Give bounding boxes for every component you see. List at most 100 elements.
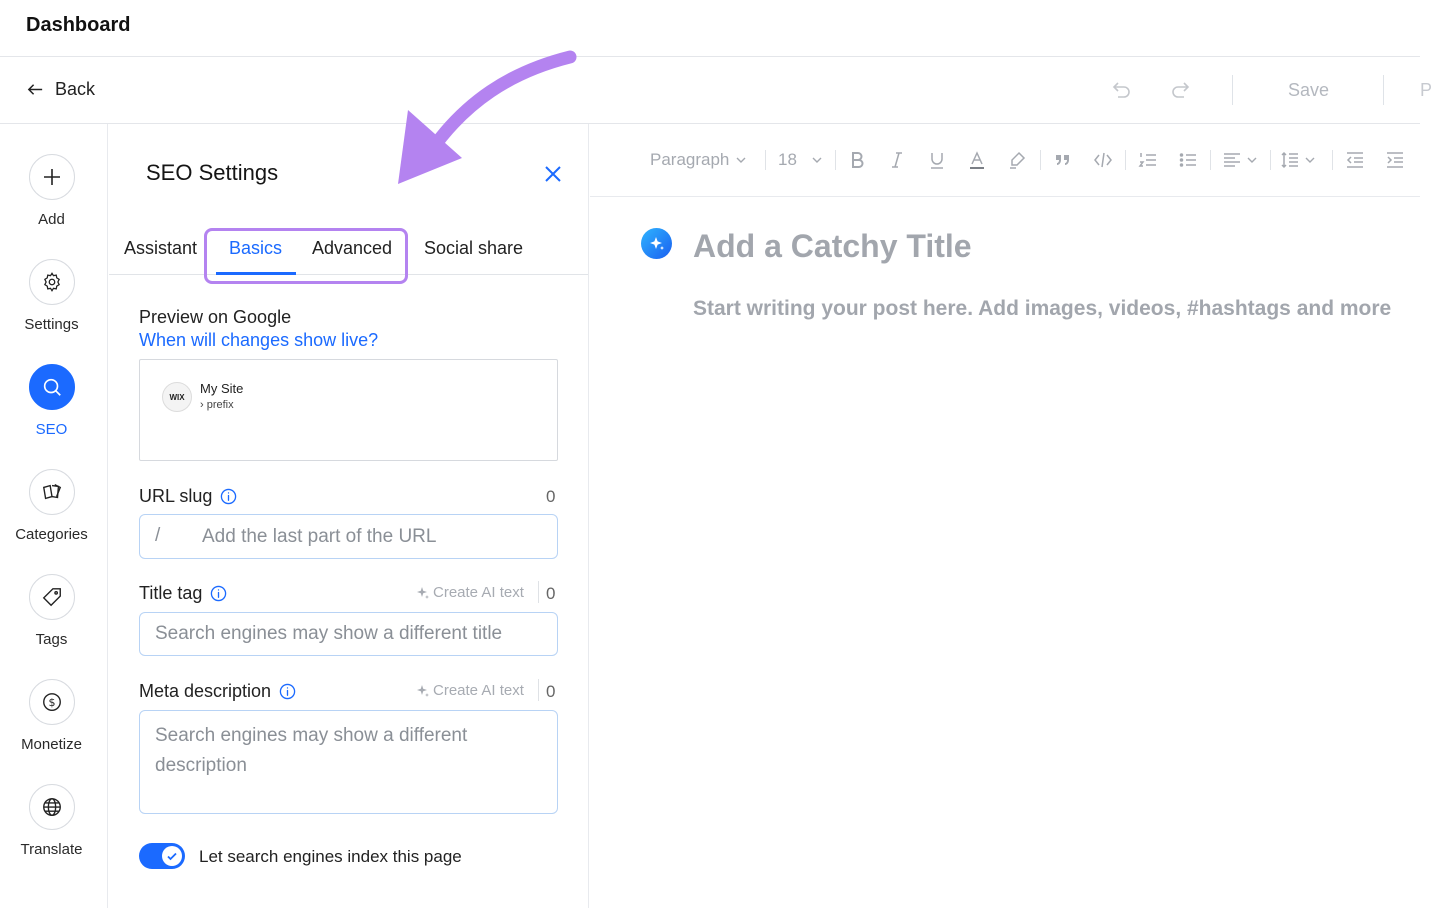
preview-url-prefix: › prefix — [200, 399, 234, 411]
tab-basics[interactable]: Basics — [229, 238, 282, 259]
panel-title: SEO Settings — [146, 160, 279, 185]
paragraph-style-value: Paragraph — [650, 150, 730, 169]
post-editor: Paragraph 18 Add a Catchy Title Start wr… — [590, 124, 1420, 908]
back-button[interactable]: Back — [26, 79, 95, 100]
sidebar-item-label: Categories — [15, 526, 88, 543]
save-button[interactable]: Save — [1288, 80, 1329, 101]
index-toggle[interactable] — [139, 843, 185, 869]
post-body-placeholder[interactable]: Start writing your post here. Add images… — [693, 297, 1420, 321]
google-preview: WIX My Site › prefix — [139, 359, 558, 461]
highlight-button[interactable] — [1007, 148, 1027, 172]
divider — [835, 150, 836, 170]
paragraph-style-dropdown[interactable]: Paragraph — [650, 148, 747, 172]
chevron-down-icon — [736, 157, 746, 163]
translate-button[interactable] — [28, 784, 75, 830]
info-icon[interactable] — [210, 585, 227, 602]
page-title: Dashboard — [26, 14, 131, 36]
ai-assistant-button[interactable] — [641, 228, 672, 259]
tab-bar: Assistant Basics Advanced Social share — [109, 224, 588, 275]
bold-icon — [852, 152, 864, 168]
quote-button[interactable] — [1053, 148, 1073, 172]
add-button[interactable] — [28, 154, 75, 200]
sidebar-item-seo[interactable]: SEO — [0, 364, 103, 438]
alignment-dropdown[interactable] — [1222, 148, 1258, 172]
quote-icon — [1056, 155, 1069, 165]
undo-icon[interactable] — [1109, 79, 1133, 103]
preview-label-text: Preview on Google — [139, 307, 292, 327]
url-slug-input[interactable] — [139, 514, 558, 559]
title-tag-counter: 0 — [546, 584, 556, 603]
seo-button[interactable] — [28, 364, 75, 410]
url-slug-label-text: URL slug — [139, 486, 213, 506]
chevron-down-icon — [1305, 157, 1315, 163]
sparkle-icon — [649, 236, 664, 250]
tags-button[interactable] — [28, 574, 75, 620]
publish-button-partial[interactable]: P — [1420, 80, 1432, 101]
divider — [1232, 75, 1233, 105]
numbered-list-button[interactable] — [1138, 148, 1158, 172]
text-color-button[interactable] — [967, 148, 987, 172]
preview-label: Preview on Google — [139, 307, 291, 328]
url-slug-label: URL slug — [139, 486, 237, 507]
decrease-indent-button[interactable] — [1345, 148, 1365, 172]
bold-button[interactable] — [847, 148, 867, 172]
check-icon — [167, 852, 177, 861]
top-header: Dashboard — [0, 0, 1420, 57]
close-icon[interactable] — [542, 163, 564, 185]
sidebar-item-add[interactable]: Add — [0, 154, 103, 228]
create-ai-text-button[interactable]: Create AI text — [416, 682, 524, 699]
sidebar-item-label: Monetize — [21, 736, 82, 753]
settings-button[interactable] — [28, 259, 75, 305]
url-slug-counter: 0 — [546, 487, 556, 506]
preview-site-name: My Site — [200, 381, 244, 396]
meta-description-label-text: Meta description — [139, 681, 272, 701]
sparkle-icon — [417, 586, 429, 599]
sidebar-item-label: Tags — [35, 631, 68, 648]
monetize-button[interactable]: $ — [28, 679, 75, 725]
sidebar-item-label: SEO — [35, 421, 68, 438]
numbered-list-icon — [1138, 153, 1156, 167]
divider — [1332, 150, 1333, 170]
bullet-list-button[interactable] — [1178, 148, 1198, 172]
divider — [765, 150, 766, 170]
italic-button[interactable] — [887, 148, 907, 172]
index-toggle-label: Let search engines index this page — [199, 847, 462, 866]
divider — [538, 679, 539, 701]
meta-description-counter: 0 — [546, 682, 556, 701]
divider — [538, 581, 539, 603]
increase-indent-button[interactable] — [1385, 148, 1405, 172]
tab-social-share[interactable]: Social share — [424, 238, 523, 259]
sidebar-item-label: Settings — [24, 316, 79, 333]
tab-assistant[interactable]: Assistant — [124, 238, 197, 259]
chevron-down-icon — [1247, 157, 1257, 163]
info-icon[interactable] — [279, 683, 296, 700]
sidebar-item-label: Translate — [20, 841, 83, 858]
formatting-toolbar: Paragraph 18 — [590, 124, 1420, 197]
seo-settings-panel: SEO Settings Assistant Basics Advanced S… — [109, 124, 589, 908]
code-button[interactable] — [1093, 148, 1113, 172]
categories-button[interactable] — [28, 469, 75, 515]
dollar-icon: $ — [42, 693, 61, 711]
underline-button[interactable] — [927, 148, 947, 172]
line-spacing-dropdown[interactable] — [1280, 148, 1316, 172]
code-icon — [1094, 152, 1112, 168]
left-sidebar: Add Settings SEO Categories Tags $ Monet… — [0, 124, 108, 908]
sidebar-item-translate[interactable]: Translate — [0, 784, 103, 858]
plus-icon — [43, 169, 60, 185]
meta-description-input[interactable] — [139, 710, 558, 814]
text-color-icon — [970, 151, 984, 169]
changes-live-link[interactable]: When will changes show live? — [139, 330, 378, 351]
sidebar-item-settings[interactable]: Settings — [0, 259, 103, 333]
font-size-value: 18 — [778, 150, 797, 169]
italic-icon — [892, 152, 902, 168]
tab-advanced[interactable]: Advanced — [312, 238, 392, 259]
title-tag-input[interactable] — [139, 612, 558, 656]
redo-icon[interactable] — [1169, 79, 1193, 103]
sidebar-item-categories[interactable]: Categories — [0, 469, 103, 543]
post-title-placeholder[interactable]: Add a Catchy Title — [693, 228, 972, 265]
info-icon[interactable] — [220, 488, 237, 505]
create-ai-text-button[interactable]: Create AI text — [416, 584, 524, 601]
sidebar-item-tags[interactable]: Tags — [0, 574, 103, 648]
sidebar-item-monetize[interactable]: $ Monetize — [0, 679, 103, 753]
font-size-dropdown[interactable]: 18 — [778, 148, 823, 172]
